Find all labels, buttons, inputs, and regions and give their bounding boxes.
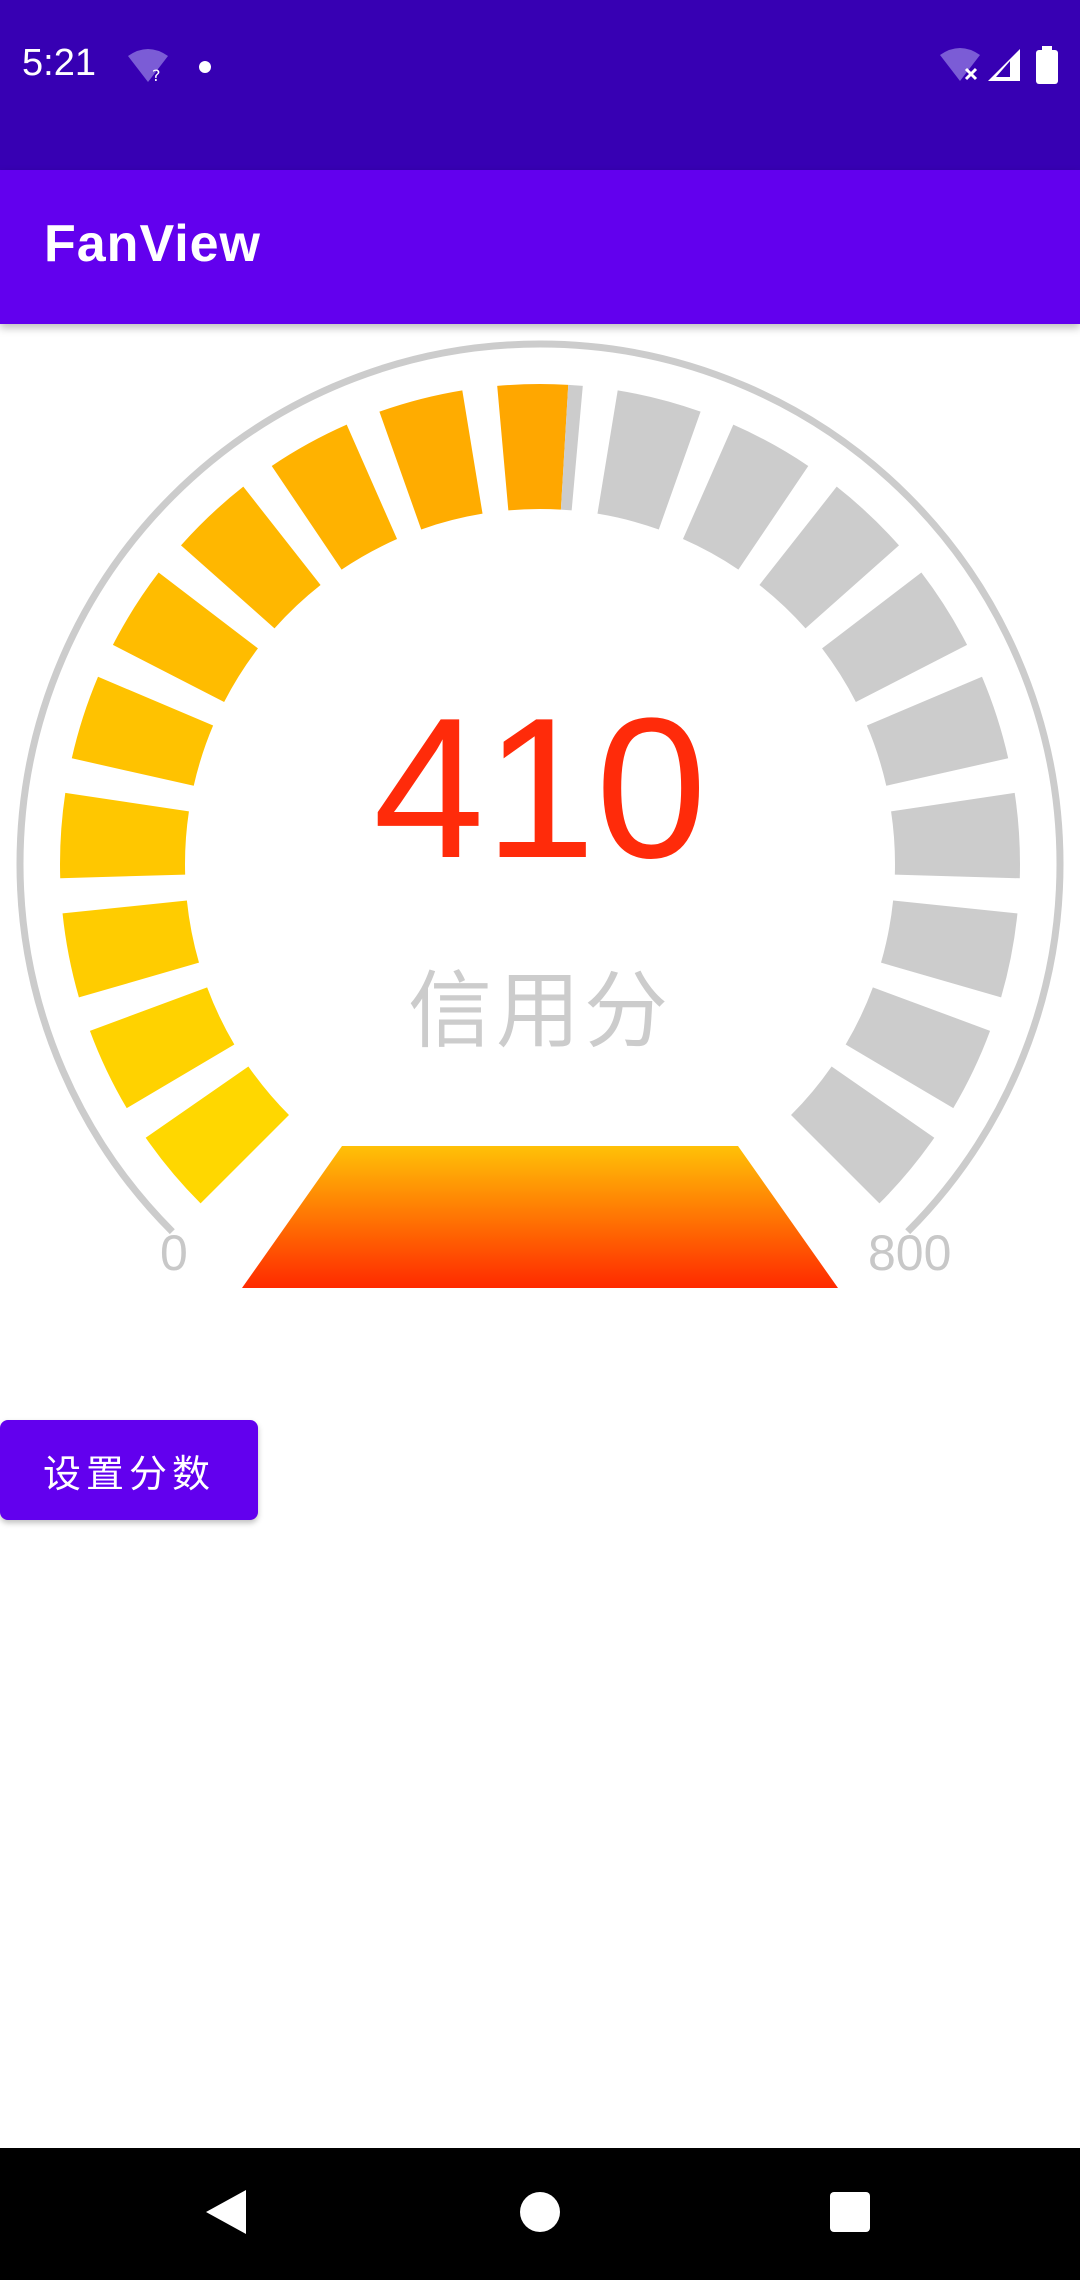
back-icon	[204, 2188, 248, 2240]
app-title: FanView	[44, 215, 262, 273]
gauge-segment-active	[497, 384, 569, 511]
score-label: 信用分	[407, 962, 672, 1060]
gauge-segment-inactive	[791, 1066, 935, 1204]
wifi-question-icon: ?	[126, 48, 170, 88]
set-score-button[interactable]: 设置分数	[0, 1420, 258, 1520]
nav-back-button[interactable]	[126, 2148, 326, 2280]
status-time: 5:21	[22, 42, 96, 84]
svg-text:?: ?	[152, 66, 161, 84]
max-tick-label: 800	[868, 1225, 952, 1281]
status-bar: 5:21 ?	[0, 0, 1080, 170]
home-icon	[519, 2191, 561, 2237]
navigation-bar	[0, 2148, 1080, 2280]
min-tick-label: 0	[160, 1225, 188, 1281]
gauge-pointer-base	[242, 1146, 838, 1288]
app-bar: FanView	[0, 170, 1080, 324]
notification-dot-icon	[198, 59, 212, 78]
nav-home-button[interactable]	[440, 2148, 640, 2280]
wifi-off-icon	[938, 47, 982, 87]
score-value: 410	[373, 677, 707, 900]
battery-icon	[1036, 46, 1058, 88]
cell-signal-icon	[986, 47, 1022, 87]
gauge-segment-active	[379, 390, 483, 530]
nav-recents-button[interactable]	[750, 2148, 950, 2280]
credit-score-gauge: 410 信用分 0 800	[0, 324, 1080, 1324]
gauge-segment-inactive	[597, 390, 701, 530]
recents-icon	[829, 2191, 871, 2237]
gauge-segment-active	[145, 1066, 289, 1204]
